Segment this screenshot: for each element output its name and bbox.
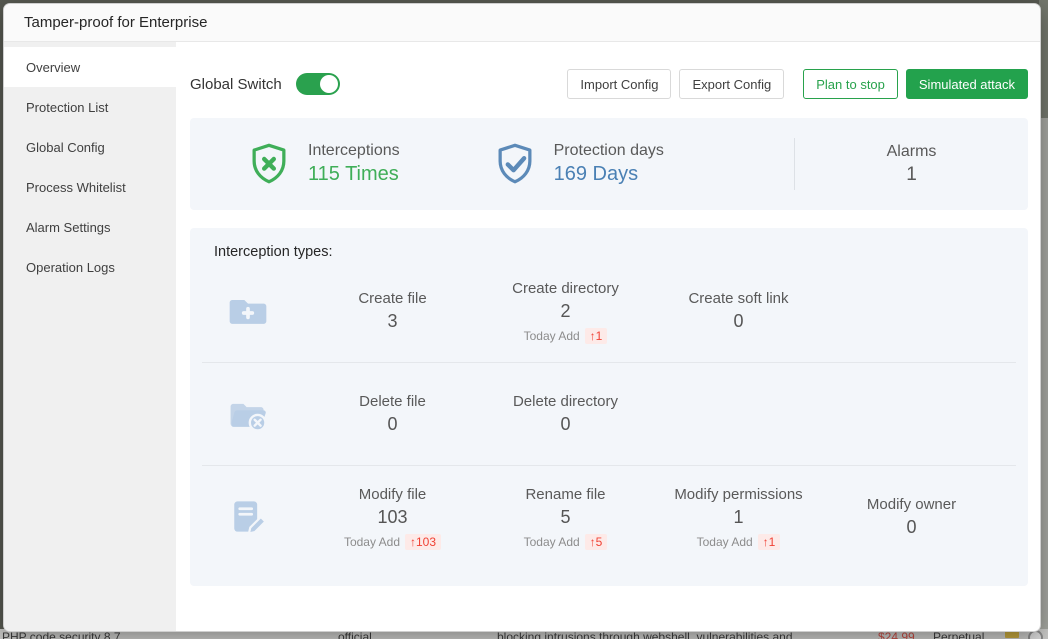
today-add: Today Add↑103	[306, 535, 479, 549]
global-switch-label: Global Switch	[190, 76, 282, 93]
main-content: Global Switch Import Config Export Confi…	[176, 42, 1040, 631]
stat-label: Alarms	[795, 143, 1028, 161]
today-add-badge: ↑5	[585, 534, 608, 550]
today-add-badge: ↑1	[758, 534, 781, 550]
shield-x-icon	[246, 141, 292, 187]
note-edit-icon	[226, 495, 270, 539]
bg-product-description: blocking intrusions through webshell, vu…	[497, 630, 793, 639]
floating-button-icon	[1028, 630, 1043, 639]
today-add: Today Add↑5	[479, 535, 652, 549]
cart-icon	[1005, 630, 1019, 638]
stat-value: 115 Times	[308, 163, 400, 186]
today-add: Today Add↑1	[652, 535, 825, 549]
stats-panel: Interceptions 115 Times Protection days …	[190, 118, 1028, 210]
interception-cell: Rename file 5 Today Add↑5	[479, 486, 652, 549]
sidebar-item-overview[interactable]: Overview	[4, 47, 176, 87]
sidebar-item-protection-list[interactable]: Protection List	[4, 87, 176, 127]
folder-plus-icon	[226, 289, 270, 333]
stat-alarms: Alarms 1	[795, 143, 1028, 186]
today-add: Today Add↑1	[479, 329, 652, 343]
bg-product-tag: official	[338, 630, 372, 639]
interception-cell: Modify file 103 Today Add↑103	[306, 486, 479, 549]
bg-product-price: $24.99	[878, 630, 915, 639]
interception-cell: Delete file 0	[306, 393, 479, 435]
interception-cell: Create file 3	[306, 290, 479, 332]
today-add-badge: ↑103	[405, 534, 441, 550]
toggle-knob	[320, 75, 338, 93]
shield-check-icon	[492, 141, 538, 187]
modal-header: Tamper-proof for Enterprise	[4, 4, 1040, 42]
interception-row-delete: Delete file 0 Delete directory 0	[190, 363, 1028, 465]
interception-cell: Modify permissions 1 Today Add↑1	[652, 486, 825, 549]
sidebar-item-global-config[interactable]: Global Config	[4, 127, 176, 167]
modal-title: Tamper-proof for Enterprise	[24, 14, 207, 31]
export-config-button[interactable]: Export Config	[679, 69, 784, 99]
folder-delete-icon	[226, 392, 270, 436]
stat-label: Protection days	[554, 142, 664, 160]
interception-cell: Create directory 2 Today Add↑1	[479, 280, 652, 343]
plan-to-stop-button[interactable]: Plan to stop	[803, 69, 898, 99]
sidebar: Overview Protection List Global Config P…	[4, 42, 176, 631]
stat-protection-days: Protection days 169 Days	[492, 141, 664, 187]
stat-interceptions: Interceptions 115 Times	[246, 141, 400, 187]
bg-product-term: Perpetual	[933, 630, 984, 639]
interception-cell: Modify owner 0	[825, 496, 998, 538]
import-config-button[interactable]: Import Config	[567, 69, 671, 99]
stat-value: 169 Days	[554, 163, 664, 186]
simulated-attack-button[interactable]: Simulated attack	[906, 69, 1028, 99]
interception-row-modify: Modify file 103 Today Add↑103 Rename fil…	[190, 466, 1028, 568]
toolbar: Global Switch Import Config Export Confi…	[190, 68, 1028, 100]
sidebar-item-operation-logs[interactable]: Operation Logs	[4, 247, 176, 287]
stat-label: Interceptions	[308, 142, 400, 160]
bg-product-name: PHP code security 8.7	[2, 630, 121, 639]
today-add-badge: ↑1	[585, 328, 608, 344]
background-page-edge	[1039, 0, 1048, 639]
sidebar-item-alarm-settings[interactable]: Alarm Settings	[4, 207, 176, 247]
interception-cell: Create soft link 0	[652, 290, 825, 332]
global-switch-toggle[interactable]	[296, 73, 340, 95]
tamper-proof-modal: Tamper-proof for Enterprise Overview Pro…	[4, 4, 1040, 631]
interception-types-panel: Interception types: Create file 3	[190, 228, 1028, 586]
interception-row-create: Create file 3 Create directory 2 Today A…	[190, 260, 1028, 362]
interception-cell: Delete directory 0	[479, 393, 652, 435]
sidebar-item-process-whitelist[interactable]: Process Whitelist	[4, 167, 176, 207]
stat-value: 1	[795, 164, 1028, 186]
interception-types-heading: Interception types:	[214, 244, 1028, 260]
